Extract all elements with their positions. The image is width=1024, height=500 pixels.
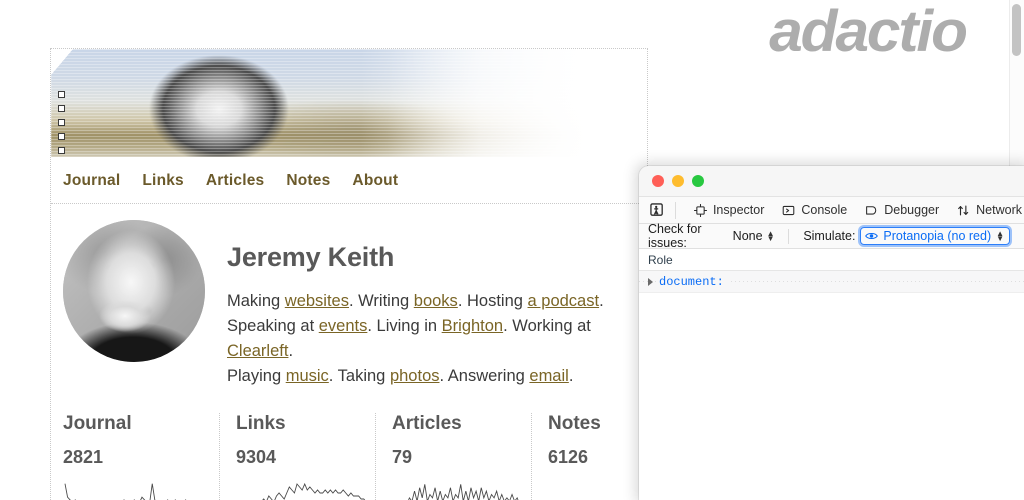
stat-card-journal[interactable]: Journal 2821 [63,413,219,500]
minimize-icon[interactable] [672,175,684,187]
bio-block: Jeremy Keith Making websites. Writing bo… [227,220,647,389]
bio-line: Speaking at events. Living in Brighton. … [227,314,647,364]
bio-text: Speaking at [227,317,319,335]
bio-text: Making [227,292,285,310]
tab-network[interactable]: Network [948,203,1024,217]
chevron-right-icon[interactable] [648,278,653,286]
maximize-icon[interactable] [692,175,704,187]
scrollbar-thumb[interactable] [1012,4,1021,56]
nav-item-articles[interactable]: Articles [206,172,264,190]
check-for-issues-select[interactable]: None ▲▼ [733,229,775,243]
banner-fade [387,49,647,157]
tab-label: Debugger [884,203,939,217]
nav-item-links[interactable]: Links [142,172,183,190]
tab-console[interactable]: Console [773,203,856,217]
banner-corner-cut [51,49,73,75]
simulate-label: Simulate: [803,229,855,243]
tab-label: Network [976,203,1022,217]
screen: adactio Journal Links Articles Notes Abo… [0,0,1024,500]
chevron-updown-icon: ▲▼ [996,231,1004,241]
film-perforation-marks [58,91,65,157]
bio-text: . Living in [367,317,441,335]
bio-link[interactable]: websites [285,292,349,310]
stat-label: Articles [392,413,515,435]
tab-debugger[interactable]: Debugger [856,203,948,217]
bio-text: . [599,292,604,310]
profile-section: Jeremy Keith Making websites. Writing bo… [51,204,647,389]
check-for-issues-value: None [733,229,763,243]
stat-count: 2821 [63,447,203,468]
toolbar-divider [675,202,676,219]
debugger-icon [865,204,878,217]
network-icon [957,204,970,217]
devtools-tabbar: Inspector Console Debugger [639,196,1024,224]
devtools-window: Inspector Console Debugger [639,166,1024,500]
bio-text: . [288,342,293,360]
stat-count: 79 [392,447,515,468]
site-nav: Journal Links Articles Notes About [51,157,647,204]
tab-label: Inspector [713,203,764,217]
tree-row-label: document: [659,275,730,289]
eye-icon [865,231,878,241]
site-banner [51,49,647,157]
bio-text: . Working at [503,317,591,335]
bio-line: Playing music. Taking photos. Answering … [227,364,647,389]
stats-section: Journal 2821 Links 9304 Articles 79 Note… [51,389,647,500]
bio-text: . Answering [440,367,530,385]
site-logo[interactable]: adactio [769,0,966,65]
inspector-icon [694,204,707,217]
stat-card-links[interactable]: Links 9304 [219,413,375,500]
toolbar-divider [788,229,789,244]
column-header-role: Role [648,253,673,267]
devtools-titlebar[interactable] [639,166,1024,196]
bio-text: . Taking [329,367,390,385]
sparkline-articles [392,478,532,500]
nav-item-notes[interactable]: Notes [286,172,330,190]
tree-column-header: Role [639,249,1024,271]
bio-link[interactable]: books [414,292,458,310]
bio-link[interactable]: music [286,367,329,385]
accessibility-tree-body [639,293,1024,500]
close-icon[interactable] [652,175,664,187]
stat-count: 9304 [236,447,359,468]
stat-card-articles[interactable]: Articles 79 [375,413,531,500]
stat-label: Links [236,413,359,435]
avatar-photo [63,220,205,362]
nav-item-journal[interactable]: Journal [63,172,120,190]
page-title: Jeremy Keith [227,242,647,273]
simulate-select[interactable]: Protanopia (no red) ▲▼ [860,227,1010,245]
accessibility-toolbar: Check for issues: None ▲▼ Simulate: Prot… [639,224,1024,249]
avatar [63,220,205,362]
stat-label: Journal [63,413,203,435]
bio-line: Making websites. Writing books. Hosting … [227,289,647,314]
accessibility-tree-row[interactable]: document: [639,271,1024,293]
console-icon [782,204,795,217]
tab-label: Console [801,203,847,217]
sparkline-journal [63,478,203,500]
bio-link[interactable]: email [529,367,568,385]
nav-item-about[interactable]: About [352,172,398,190]
tab-inspector[interactable]: Inspector [685,203,773,217]
bio-text: . Hosting [458,292,528,310]
check-for-issues-label: Check for issues: [648,222,728,250]
chevron-updown-icon: ▲▼ [767,231,775,241]
sparkline-links [236,478,376,500]
bio-text: . [569,367,574,385]
bio-link[interactable]: photos [390,367,440,385]
bio-text: Playing [227,367,286,385]
bio-link[interactable]: a podcast [528,292,600,310]
bio-link[interactable]: events [319,317,368,335]
bio-text: . Writing [349,292,414,310]
bio-link[interactable]: Clearleft [227,342,288,360]
content-container: Journal Links Articles Notes About Jerem… [50,48,648,500]
bio-link[interactable]: Brighton [442,317,503,335]
simulate-value: Protanopia (no red) [883,229,991,243]
element-picker-icon[interactable] [648,201,666,220]
